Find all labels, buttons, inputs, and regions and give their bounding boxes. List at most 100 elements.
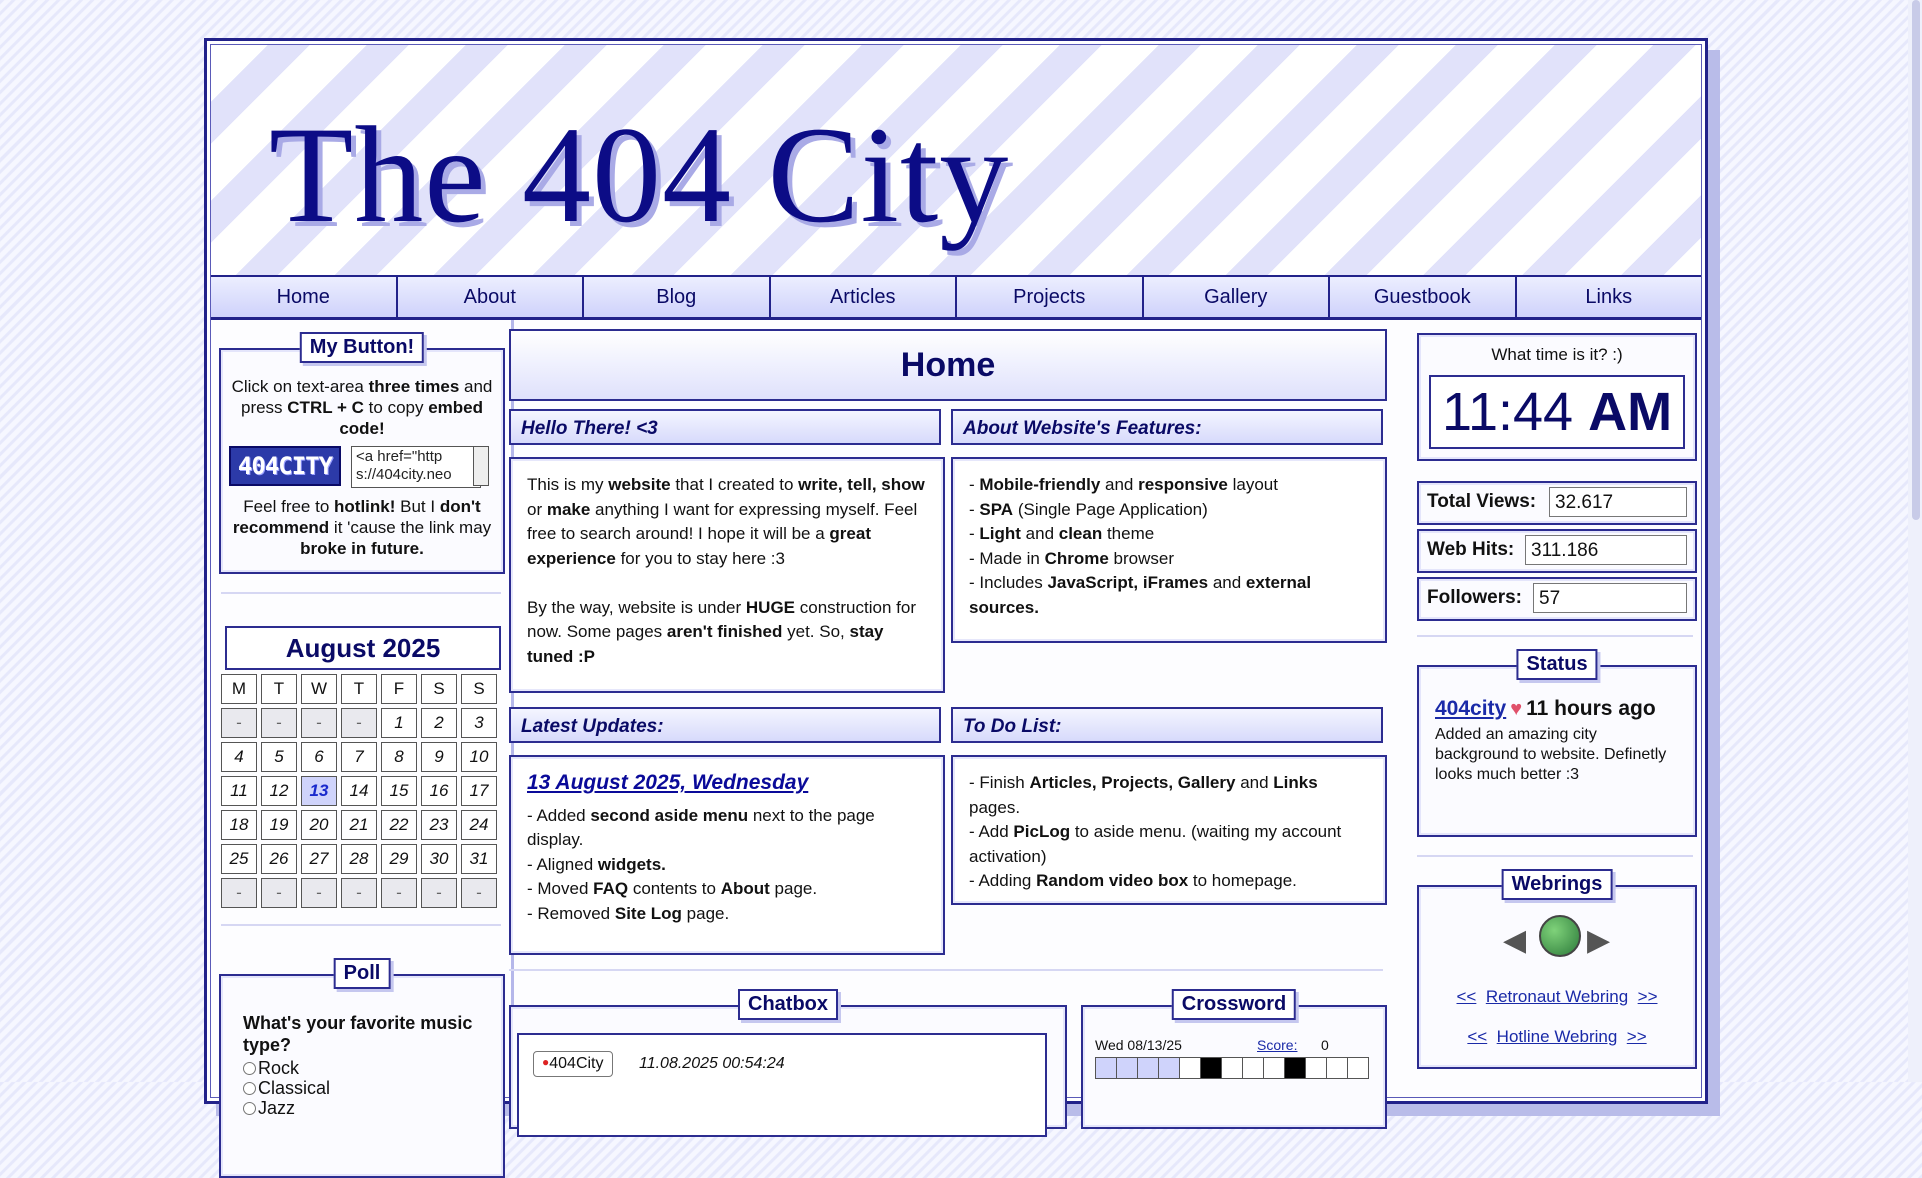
nav-about[interactable]: About	[397, 277, 584, 317]
webring-prev[interactable]: <<	[1457, 987, 1477, 1006]
calendar-day[interactable]: 13	[301, 776, 337, 806]
calendar-empty-day: -	[341, 708, 377, 738]
webring-prev[interactable]: <<	[1467, 1027, 1487, 1046]
poll-option-label: Jazz	[258, 1098, 296, 1118]
poll-radio[interactable]	[243, 1062, 256, 1075]
calendar-day[interactable]: 22	[381, 810, 417, 840]
updates-content: 13 August 2025, Wednesday - Added second…	[527, 771, 927, 926]
webring-link-hotline[interactable]: << Hotline Webring >>	[1419, 1027, 1695, 1047]
scrollbar[interactable]	[1908, 0, 1922, 1082]
nav-home[interactable]: Home	[211, 277, 398, 317]
updates-text: - Added second aside menu next to the pa…	[527, 805, 875, 923]
calendar-empty-day: -	[221, 878, 257, 908]
calendar-day[interactable]: 17	[461, 776, 497, 806]
status-user-link[interactable]: 404city	[1435, 697, 1506, 720]
calendar-day[interactable]: 29	[381, 844, 417, 874]
calendar-day[interactable]: 11	[221, 776, 257, 806]
embed-code-scrollbar[interactable]	[473, 446, 489, 486]
calendar-day[interactable]: 30	[421, 844, 457, 874]
my-button-widget: My Button! Click on text-area three time…	[219, 332, 505, 574]
chatbox-frame[interactable]	[517, 1033, 1047, 1137]
status-widget: Status 404city ♥ 11 hours ago Added an ama…	[1417, 649, 1697, 837]
stat-value-field[interactable]: 57	[1533, 583, 1687, 613]
calendar-day[interactable]: 4	[221, 742, 257, 772]
calendar-weekday: M	[221, 674, 257, 704]
hello-text: This is my website that I created to wri…	[527, 475, 925, 666]
poll-radio[interactable]	[243, 1082, 256, 1095]
calendar-day[interactable]: 14	[341, 776, 377, 806]
calendar-day[interactable]: 10	[461, 742, 497, 772]
calendar-day[interactable]: 27	[301, 844, 337, 874]
poll-option-classical[interactable]: Classical	[243, 1078, 330, 1099]
poll-radio[interactable]	[243, 1102, 256, 1115]
sidebar-divider	[221, 924, 501, 926]
update-date-link[interactable]: 13 August 2025, Wednesday	[527, 771, 927, 796]
chat-username[interactable]: ●404City	[533, 1051, 613, 1077]
calendar-day[interactable]: 31	[461, 844, 497, 874]
clock-time: 11:44	[1441, 382, 1574, 442]
calendar-day[interactable]: 3	[461, 708, 497, 738]
calendar-day[interactable]: 18	[221, 810, 257, 840]
calendar-day[interactable]: 12	[261, 776, 297, 806]
sidebar-divider	[221, 592, 501, 594]
poll-option-jazz[interactable]: Jazz	[243, 1098, 295, 1119]
calendar-empty-day: -	[461, 878, 497, 908]
webring-name[interactable]: Retronaut Webring	[1486, 987, 1628, 1006]
features-title: About Website's Features:	[951, 409, 1383, 445]
calendar-day[interactable]: 8	[381, 742, 417, 772]
calendar-day[interactable]: 26	[261, 844, 297, 874]
crossword-grid[interactable]	[1095, 1057, 1369, 1079]
features-panel: - Mobile-friendly and responsive layout -…	[951, 457, 1387, 643]
stat-web-hits: Web Hits: 311.186	[1417, 529, 1697, 573]
stat-value-field[interactable]: 32.617	[1549, 487, 1687, 517]
stat-value-field[interactable]: 311.186	[1525, 535, 1687, 565]
nav-articles[interactable]: Articles	[770, 277, 957, 317]
embed-code-textarea[interactable]: <a href="http s://404city.neo	[351, 446, 481, 488]
crossword-score-label[interactable]: Score:	[1257, 1037, 1297, 1053]
site-title[interactable]: The 404 City	[269, 95, 1009, 254]
calendar-day[interactable]: 5	[261, 742, 297, 772]
calendar-day[interactable]: 20	[301, 810, 337, 840]
crossword-title: Crossword	[1171, 989, 1297, 1020]
webring-next[interactable]: >>	[1638, 987, 1658, 1006]
calendar-day[interactable]: 1	[381, 708, 417, 738]
calendar-day[interactable]: 16	[421, 776, 457, 806]
calendar-empty-day: -	[301, 708, 337, 738]
nav-guestbook[interactable]: Guestbook	[1330, 277, 1517, 317]
calendar-day[interactable]: 23	[421, 810, 457, 840]
calendar-day[interactable]: 24	[461, 810, 497, 840]
my-button-note: Feel free to hotlink! But I don't recomm…	[232, 497, 492, 558]
calendar-day[interactable]: 7	[341, 742, 377, 772]
nav-projects[interactable]: Projects	[957, 277, 1144, 317]
poll-option-rock[interactable]: Rock	[243, 1058, 299, 1079]
crossword-date: Wed 08/13/25	[1095, 1037, 1182, 1053]
calendar-day[interactable]: 2	[421, 708, 457, 738]
calendar-day[interactable]: 15	[381, 776, 417, 806]
calendar-empty-day: -	[261, 878, 297, 908]
calendar-day[interactable]: 28	[341, 844, 377, 874]
calendar-empty-day: -	[421, 878, 457, 908]
calendar-day[interactable]: 9	[421, 742, 457, 772]
site-button-badge[interactable]: 404CITY	[229, 446, 341, 486]
calendar-empty-day: -	[221, 708, 257, 738]
my-button-instructions: Click on text-area three times and press…	[231, 377, 493, 438]
webring-link-retronaut[interactable]: << Retronaut Webring >>	[1419, 987, 1695, 1007]
nav-blog[interactable]: Blog	[584, 277, 771, 317]
hello-panel: This is my website that I created to wri…	[509, 457, 945, 693]
site-frame: The 404 City Home About Blog Articles Projec…	[204, 38, 1708, 1178]
calendar-day[interactable]: 21	[341, 810, 377, 840]
calendar-day[interactable]: 25	[221, 844, 257, 874]
scrollbar-thumb[interactable]	[1912, 0, 1920, 520]
nav-gallery[interactable]: Gallery	[1143, 277, 1330, 317]
status-body: 404city ♥ 11 hours ago Added an amazing ci…	[1435, 697, 1675, 785]
poll-question: What's your favorite music type?	[243, 1013, 473, 1055]
webring-name[interactable]: Hotline Webring	[1497, 1027, 1618, 1046]
webring-next[interactable]: >>	[1627, 1027, 1647, 1046]
webring-next-arrow-icon[interactable]: ▶	[1587, 923, 1610, 958]
calendar-day[interactable]: 6	[301, 742, 337, 772]
nav-links[interactable]: Links	[1516, 277, 1701, 317]
calendar-day[interactable]: 19	[261, 810, 297, 840]
calendar-grid: M T W T F S S - - - -1 2 3 4 5 6 7 8 9 10 11 12 13 14 15 16 17 18 19…	[221, 674, 497, 908]
center-divider	[509, 969, 1383, 971]
webring-prev-arrow-icon[interactable]: ◀	[1503, 923, 1526, 958]
